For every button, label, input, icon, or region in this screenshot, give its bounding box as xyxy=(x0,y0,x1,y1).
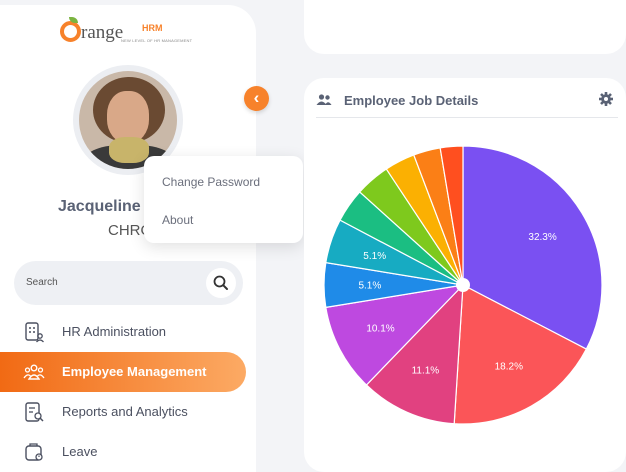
gear-icon[interactable] xyxy=(598,91,614,107)
logo-tagline: NEW LEVEL OF HR MANAGEMENT xyxy=(121,38,193,43)
employee-management-icon xyxy=(23,364,45,380)
card-title: Employee Job Details xyxy=(344,93,479,108)
pie-label-4: 5.1% xyxy=(358,281,381,292)
orangehrm-logo[interactable]: range HRM NEW LEVEL OF HR MANAGEMENT xyxy=(60,17,200,49)
chevron-left-icon: ‹ xyxy=(253,88,260,107)
pie-label-1: 18.2% xyxy=(495,362,523,373)
logo-hrm: HRM xyxy=(142,23,163,33)
pie-center xyxy=(456,278,470,292)
nav-label: HR Administration xyxy=(62,324,167,339)
profile-dropdown: Change Password About xyxy=(144,156,303,243)
collapse-sidebar-button[interactable]: ‹ xyxy=(244,86,269,111)
nav-label: Reports and Analytics xyxy=(62,404,188,419)
search-box[interactable]: Search xyxy=(14,261,243,305)
pie-label-3: 10.1% xyxy=(366,324,394,335)
change-password-item[interactable]: Change Password xyxy=(162,175,260,189)
nav-item-leave[interactable]: Leave xyxy=(0,432,246,472)
pie-label-0: 32.3% xyxy=(528,232,556,243)
hr-admin-icon xyxy=(25,322,44,343)
leave-icon xyxy=(25,443,43,461)
reports-icon xyxy=(25,402,44,422)
nav-label: Leave xyxy=(62,444,98,459)
logo-orange-circle xyxy=(60,21,81,42)
nav-item-reports-and-analytics[interactable]: Reports and Analytics xyxy=(0,392,246,432)
pie-chart: 32.3% 18.2% 11.1% 10.1% 5.1% 5.1% xyxy=(323,145,603,425)
pie-label-5: 5.1% xyxy=(363,251,386,262)
pie-label-2: 11.1% xyxy=(412,366,440,377)
search-icon xyxy=(213,275,228,290)
card-header: Employee Job Details xyxy=(316,90,618,118)
people-icon xyxy=(316,94,332,105)
user-name: Jacqueline V xyxy=(58,198,156,215)
nav-item-hr-administration[interactable]: HR Administration xyxy=(0,312,246,352)
search-input[interactable]: Search xyxy=(26,277,58,288)
top-card xyxy=(304,0,626,54)
employee-job-details-card: Employee Job Details 32.3% 18.2% 11.1% 10.1… xyxy=(304,78,626,472)
nav-item-employee-management[interactable]: Employee Management xyxy=(0,352,246,392)
search-button[interactable] xyxy=(206,268,236,298)
avatar[interactable] xyxy=(79,71,177,169)
logo-text: range xyxy=(81,22,124,43)
nav-label: Employee Management xyxy=(62,364,207,379)
about-item[interactable]: About xyxy=(162,213,193,227)
